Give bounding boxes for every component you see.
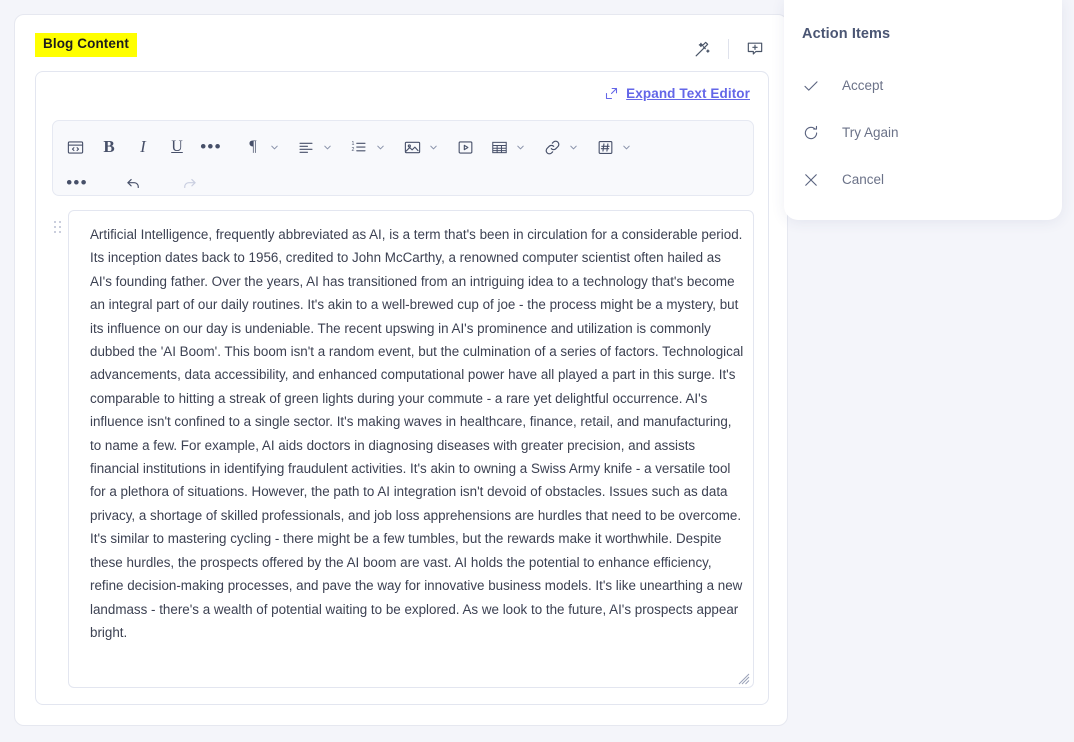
text-align-icon xyxy=(292,133,320,161)
close-icon xyxy=(802,171,832,189)
resize-handle[interactable] xyxy=(738,672,750,685)
blog-content-card: Blog Content Expand Text Editor B I U ••… xyxy=(14,14,788,726)
action-item-label: Try Again xyxy=(842,125,899,140)
action-item-cancel[interactable]: Cancel xyxy=(802,156,1042,203)
underline-icon[interactable]: U xyxy=(163,133,191,161)
text-align-dropdown[interactable] xyxy=(292,133,339,161)
paragraph-style-dropdown[interactable]: ¶ xyxy=(239,133,286,161)
chevron-down-icon xyxy=(568,142,579,153)
editor-toolbar: B I U ••• ¶ 1 2 ••• xyxy=(52,120,754,196)
numbered-list-dropdown[interactable]: 1 2 xyxy=(345,133,392,161)
action-item-label: Cancel xyxy=(842,172,885,187)
paragraph-style-icon: ¶ xyxy=(249,138,257,155)
italic-icon[interactable]: I xyxy=(129,133,157,161)
action-items-title: Action Items xyxy=(802,26,891,42)
insert-link-dropdown[interactable] xyxy=(538,133,585,161)
insert-token-icon xyxy=(591,133,619,161)
check-icon xyxy=(802,77,832,95)
chevron-down-icon xyxy=(621,142,632,153)
action-item-try-again[interactable]: Try Again xyxy=(802,109,1042,156)
editor-panel: Expand Text Editor B I U ••• ¶ 1 2 ••• A… xyxy=(35,71,769,705)
svg-text:1: 1 xyxy=(352,141,355,147)
numbered-list-icon: 1 2 xyxy=(345,133,373,161)
insert-link-icon xyxy=(538,133,566,161)
insert-video-icon[interactable] xyxy=(451,133,479,161)
chevron-down-icon xyxy=(428,142,439,153)
header-actions xyxy=(690,37,767,61)
header-divider xyxy=(728,39,729,59)
action-items-panel: Action Items Accept Try Again Cancel xyxy=(784,0,1062,220)
drag-handle-icon[interactable] xyxy=(54,221,64,235)
insert-table-dropdown[interactable] xyxy=(485,133,532,161)
card-header: Blog Content xyxy=(15,15,787,73)
insert-image-dropdown[interactable] xyxy=(398,133,445,161)
expand-arrow-icon xyxy=(604,86,619,101)
undo-icon[interactable] xyxy=(119,169,147,197)
action-item-label: Accept xyxy=(842,78,884,93)
page-title: Blog Content xyxy=(35,33,137,57)
toolbar-row-primary: B I U ••• ¶ 1 2 xyxy=(61,131,745,163)
bold-icon[interactable]: B xyxy=(95,133,123,161)
insert-table-icon xyxy=(485,133,513,161)
action-item-accept[interactable]: Accept xyxy=(802,62,1042,109)
more-options-icon[interactable]: ••• xyxy=(63,169,91,197)
action-items-list: Accept Try Again Cancel xyxy=(802,62,1042,203)
chevron-down-icon xyxy=(515,142,526,153)
chevron-down-icon xyxy=(375,142,386,153)
code-block-icon[interactable] xyxy=(61,133,89,161)
expand-text-editor-label: Expand Text Editor xyxy=(626,86,750,101)
magic-wand-icon[interactable] xyxy=(690,37,714,61)
app-root: Blog Content Expand Text Editor B I U ••… xyxy=(0,0,1074,742)
more-formats-icon[interactable]: ••• xyxy=(197,133,225,161)
chevron-down-icon xyxy=(322,142,333,153)
add-comment-icon[interactable] xyxy=(743,37,767,61)
blog-body-text: Artificial Intelligence, frequently abbr… xyxy=(90,227,748,640)
chevron-down-icon xyxy=(269,142,280,153)
svg-text:2: 2 xyxy=(352,147,355,153)
insert-image-icon xyxy=(398,133,426,161)
expand-text-editor-button[interactable]: Expand Text Editor xyxy=(604,86,750,101)
redo-icon[interactable] xyxy=(175,169,203,197)
insert-token-dropdown[interactable] xyxy=(591,133,638,161)
refresh-icon xyxy=(802,124,832,142)
toolbar-row-secondary: ••• xyxy=(61,167,745,199)
blog-content-textarea[interactable]: Artificial Intelligence, frequently abbr… xyxy=(54,210,754,688)
